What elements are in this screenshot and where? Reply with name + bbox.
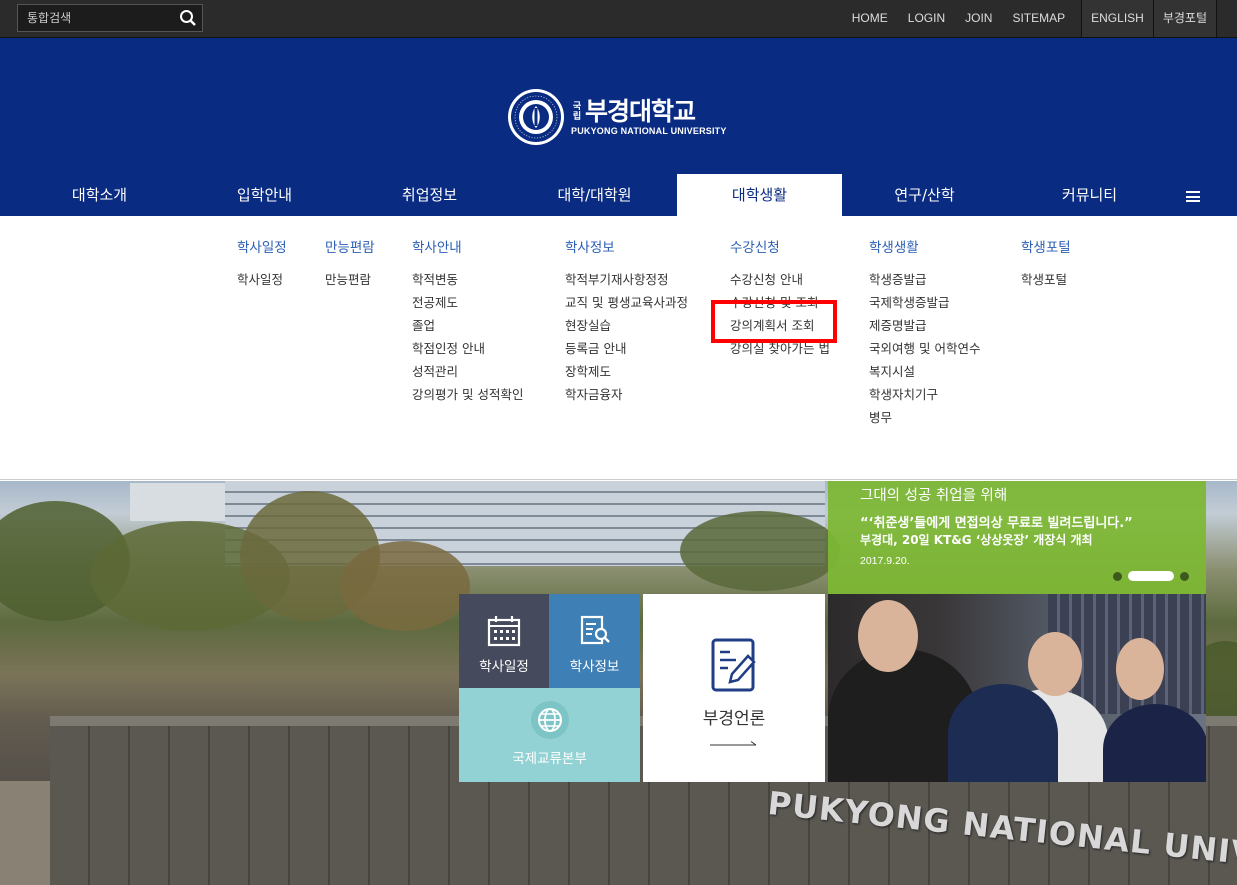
jacket-shape <box>948 684 1058 782</box>
english-link[interactable]: ENGLISH <box>1081 0 1153 37</box>
submenu-link[interactable]: 학점인정 안내 <box>412 337 523 360</box>
submenu-link[interactable]: 등록금 안내 <box>565 337 688 360</box>
submenu-link[interactable]: 학자금융자 <box>565 383 688 406</box>
tree-shape <box>680 511 840 591</box>
nav-item-campus-life[interactable]: 대학생활 <box>677 174 842 216</box>
mega-menu-dropdown: 학사일정 학사일정 만능편람 만능편람 학사안내 학적변동 전공제도 졸업 학점… <box>0 216 1237 480</box>
tile-label: 학사정보 <box>569 659 620 675</box>
nav-item-colleges[interactable]: 대학/대학원 <box>512 174 677 216</box>
submenu-link[interactable]: 국외여행 및 어학연수 <box>869 337 980 360</box>
tile-label: 학사일정 <box>479 659 529 675</box>
university-seal-icon <box>508 89 564 145</box>
submenu-column-academic-guide: 학사안내 학적변동 전공제도 졸업 학점인정 안내 성적관리 강의평가 및 성적… <box>412 236 523 406</box>
highlight-box <box>711 300 837 343</box>
news-headline: 그대의 성공 취업을 위해 <box>860 488 1008 504</box>
logo-text: 국립 부경대학교 PUKYONG NATIONAL UNIVERSITY <box>571 96 727 136</box>
globe-icon <box>530 701 569 739</box>
submenu-link[interactable]: 강의평가 및 성적확인 <box>412 383 523 406</box>
news-date: 2017.9.20. <box>860 555 910 567</box>
menu-icon[interactable] <box>1186 191 1200 202</box>
submenu-link[interactable]: 수강신청 안내 <box>730 268 830 291</box>
main-navigation: 대학소개 입학안내 취업정보 대학/대학원 대학생활 연구/산학 커뮤니티 <box>0 174 1237 216</box>
quick-tile-press[interactable]: 부경언론 <box>643 594 825 782</box>
quick-tile-academic-info[interactable]: 학사정보 <box>549 594 640 688</box>
document-search-icon <box>580 615 610 645</box>
person-shape <box>1103 704 1206 782</box>
submenu-title[interactable]: 만능편람 <box>325 236 375 256</box>
submenu-link[interactable]: 현장실습 <box>565 314 688 337</box>
submenu-link[interactable]: 학생증발급 <box>869 268 980 291</box>
submenu-link[interactable]: 학적변동 <box>412 268 523 291</box>
note-edit-icon <box>711 638 756 692</box>
submenu-link[interactable]: 학생포털 <box>1021 268 1071 291</box>
carousel-dot[interactable] <box>1113 572 1122 581</box>
submenu-title[interactable]: 학생생활 <box>869 236 980 256</box>
portal-link[interactable]: 부경포털 <box>1152 0 1217 37</box>
submenu-link[interactable]: 병무 <box>869 406 980 429</box>
submenu-column-student-portal: 학생포털 학생포털 <box>1021 236 1071 291</box>
submenu-column-schedule: 학사일정 학사일정 <box>237 236 287 291</box>
submenu-title[interactable]: 수강신청 <box>730 236 830 256</box>
logo-korean-name: 부경대학교 <box>585 96 696 126</box>
logo-national-mark: 국립 <box>572 101 582 122</box>
submenu-column-academic-info: 학사정보 학적부기재사항정정 교직 및 평생교육사과정 현장실습 등록금 안내 … <box>565 236 688 406</box>
login-link[interactable]: LOGIN <box>898 0 955 37</box>
students-photo[interactable] <box>828 594 1206 782</box>
submenu-link[interactable]: 성적관리 <box>412 360 523 383</box>
tile-label: 부경언론 <box>702 709 766 729</box>
face-shape <box>1028 632 1082 696</box>
face-shape <box>1116 638 1164 700</box>
nav-item-about[interactable]: 대학소개 <box>17 174 182 216</box>
submenu-link[interactable]: 복지시설 <box>869 360 980 383</box>
submenu-title[interactable]: 학사안내 <box>412 236 523 256</box>
submenu-title[interactable]: 학생포털 <box>1021 236 1071 256</box>
nav-item-research[interactable]: 연구/산학 <box>842 174 1007 216</box>
submenu-link[interactable]: 졸업 <box>412 314 523 337</box>
submenu-link[interactable]: 학사일정 <box>237 268 287 291</box>
nav-item-admission[interactable]: 입학안내 <box>182 174 347 216</box>
face-shape <box>858 600 918 672</box>
news-quote: “‘취준생’들에게 면접의상 무료로 빌려드립니다.” <box>860 516 1133 531</box>
building-shape <box>130 483 225 521</box>
quick-tile-international[interactable]: 국제교류본부 <box>459 688 640 782</box>
search-box <box>17 4 203 32</box>
submenu-link[interactable]: 학적부기재사항정정 <box>565 268 688 291</box>
submenu-link[interactable]: 교직 및 평생교육사과정 <box>565 291 688 314</box>
submenu-column-student-life: 학생생활 학생증발급 국제학생증발급 제증명발급 국외여행 및 어학연수 복지시… <box>869 236 980 429</box>
submenu-title[interactable]: 학사일정 <box>237 236 287 256</box>
submenu-link[interactable]: 국제학생증발급 <box>869 291 980 314</box>
news-banner[interactable]: 그대의 성공 취업을 위해 “‘취준생’들에게 면접의상 무료로 빌려드립니다.… <box>828 481 1206 594</box>
calendar-icon <box>487 616 521 647</box>
submenu-title[interactable]: 학사정보 <box>565 236 688 256</box>
carousel-dot[interactable] <box>1180 572 1189 581</box>
submenu-column-handbook: 만능편람 만능편람 <box>325 236 375 291</box>
join-link[interactable]: JOIN <box>955 0 1002 37</box>
submenu-link[interactable]: 제증명발급 <box>869 314 980 337</box>
quick-tile-schedule[interactable]: 학사일정 <box>459 594 549 688</box>
tree-shape <box>340 541 470 631</box>
carousel-active-indicator[interactable] <box>1128 571 1174 581</box>
university-logo[interactable]: 국립 부경대학교 PUKYONG NATIONAL UNIVERSITY <box>507 88 727 146</box>
logo-english-name: PUKYONG NATIONAL UNIVERSITY <box>571 125 727 136</box>
nav-item-employment[interactable]: 취업정보 <box>347 174 512 216</box>
submenu-link[interactable]: 장학제도 <box>565 360 688 383</box>
search-icon[interactable] <box>179 9 197 27</box>
submenu-link[interactable]: 전공제도 <box>412 291 523 314</box>
tile-label: 국제교류본부 <box>512 751 587 767</box>
search-input[interactable] <box>18 5 178 31</box>
nav-item-community[interactable]: 커뮤니티 <box>1007 174 1172 216</box>
home-link[interactable]: HOME <box>842 0 898 37</box>
sitemap-link[interactable]: SITEMAP <box>1002 0 1075 37</box>
site-header: 국립 부경대학교 PUKYONG NATIONAL UNIVERSITY <box>0 38 1237 174</box>
arrow-right-icon <box>710 741 757 746</box>
submenu-link[interactable]: 학생자치기구 <box>869 383 980 406</box>
top-utility-bar: HOME LOGIN JOIN SITEMAP ENGLISH 부경포털 <box>0 0 1237 38</box>
news-subtitle: 부경대, 20일 KT&G ‘상상옷장’ 개장식 개최 <box>860 533 1093 547</box>
top-links: HOME LOGIN JOIN SITEMAP ENGLISH 부경포털 <box>842 0 1237 37</box>
submenu-link[interactable]: 만능편람 <box>325 268 375 291</box>
